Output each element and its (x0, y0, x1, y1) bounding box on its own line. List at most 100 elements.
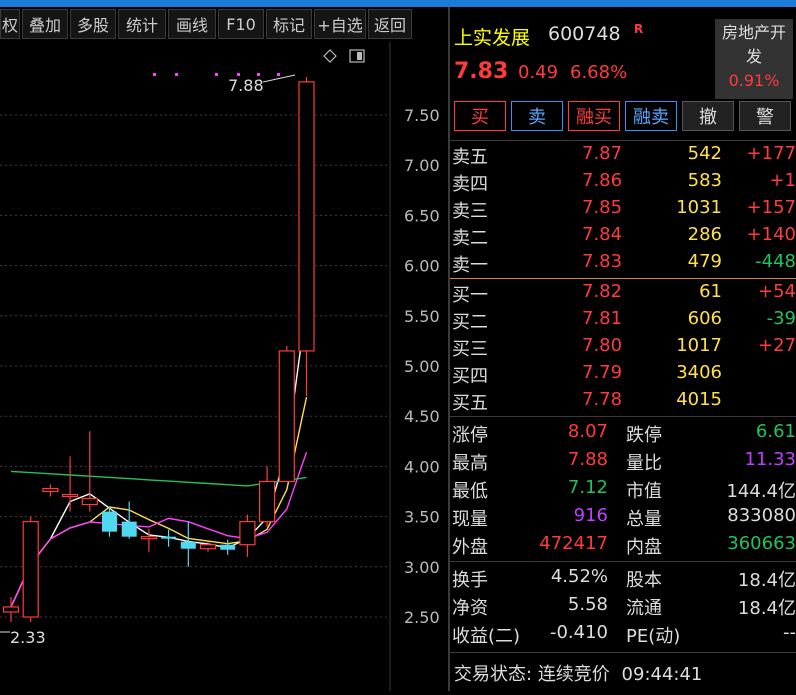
price-tick-label: 6.50 (404, 206, 440, 225)
diamond-icon[interactable] (323, 49, 337, 63)
divider (450, 416, 796, 417)
candle-body (102, 511, 117, 532)
order-price: 7.87 (582, 143, 623, 164)
toolbar-button-overlay[interactable]: 叠加 (22, 9, 68, 39)
stat-row-limits: 涨停 8.07 跌停 6.61 (452, 421, 796, 446)
margin-buy-button[interactable]: 融买 (568, 101, 620, 131)
volume-ratio-value: 11.33 (744, 449, 796, 470)
order-label: 卖一 (452, 255, 488, 276)
order-row-sell5[interactable]: 卖五 7.87 542 +177 (450, 141, 796, 168)
order-volume: 583 (687, 170, 722, 191)
candle (298, 76, 315, 397)
price-tick-label: 5.50 (404, 307, 440, 326)
candle-body (298, 81, 315, 352)
top-accent-bar (0, 0, 796, 7)
ma5-line (10, 304, 308, 608)
order-row-buy1[interactable]: 买一 7.82 61 +54 (450, 279, 796, 306)
price-tick-label: 7.50 (404, 106, 440, 125)
candle (161, 529, 177, 547)
order-delta: +54 (758, 281, 796, 302)
order-label: 卖三 (452, 201, 488, 222)
toolbar-button-add-watchlist[interactable]: +自选 (314, 9, 366, 39)
stat-row-outer-inner: 外盘 472417 内盘 360663 (452, 533, 796, 558)
trading-status-state: 连续竞价 (537, 664, 610, 685)
current-volume-value: 916 (573, 505, 608, 526)
order-volume: 1017 (676, 335, 722, 356)
margin-badge: R (634, 22, 644, 36)
kline-chart[interactable]: 7.50 7.00 6.50 6.00 5.50 5.00 4.50 4.00 3.50 3.00… (0, 42, 448, 691)
order-delta: +157 (746, 197, 796, 218)
price-tick-label: 3.50 (404, 508, 440, 527)
toolbar-button-multi-stock[interactable]: 多股 (70, 9, 116, 39)
order-delta: -448 (755, 251, 796, 272)
price-change: 0.49 (518, 62, 559, 83)
order-delta: +1 (769, 170, 796, 191)
candle-body (2, 606, 20, 613)
limit-down-value: 6.61 (755, 421, 796, 442)
toolbar-button-back[interactable]: 返回 (368, 9, 412, 39)
share-capital-value: 18.4亿 (737, 570, 796, 591)
toolbar-button-draw[interactable]: 画线 (168, 9, 216, 39)
moving-average-lines (10, 304, 308, 608)
stat-row-turnover: 换手 4.52% 股本 18.4亿 (452, 566, 796, 591)
toolbar-button-f10[interactable]: F10 (218, 9, 264, 39)
order-price: 7.86 (582, 170, 623, 191)
last-price: 7.83 (454, 59, 509, 84)
toolbar-button-mark[interactable]: 标记 (266, 9, 312, 39)
sector-badge[interactable]: 房地产开发 0.91% (715, 19, 793, 99)
price-change-pct: 6.68% (570, 62, 628, 83)
order-row-buy3[interactable]: 买三 7.80 1017 +27 (450, 333, 796, 360)
order-price: 7.85 (582, 197, 623, 218)
order-label: 买五 (452, 393, 488, 414)
order-label: 卖二 (452, 228, 488, 249)
candle (278, 345, 295, 483)
candle-body (140, 536, 157, 540)
order-volume: 3406 (676, 362, 722, 383)
order-volume: 542 (687, 143, 722, 164)
order-volume: 61 (699, 281, 722, 302)
candle-body (61, 493, 79, 498)
candle-body (42, 487, 59, 493)
marker-dot (175, 73, 178, 76)
inner-volume-value: 360663 (727, 533, 796, 554)
order-price: 7.79 (582, 362, 623, 383)
order-row-buy5[interactable]: 买五 7.78 4015 (450, 387, 796, 414)
toolbar-button-statistics[interactable]: 统计 (118, 9, 166, 39)
order-delta: +177 (746, 143, 796, 164)
window-toggle-icon[interactable] (349, 49, 365, 63)
order-label: 买二 (452, 312, 488, 333)
candle-body (278, 350, 295, 483)
candle-body (81, 497, 98, 506)
float-shares-value: 18.4亿 (737, 598, 796, 619)
candle (61, 456, 79, 512)
order-row-sell4[interactable]: 卖四 7.86 583 +1 (450, 168, 796, 195)
toolbar-button-rights[interactable]: 权 (0, 9, 20, 39)
market-cap-value: 144.4亿 (726, 481, 796, 502)
order-price: 7.84 (582, 224, 623, 245)
pe-value: -- (783, 622, 796, 643)
order-row-sell3[interactable]: 卖三 7.85 1031 +157 (450, 195, 796, 222)
order-price: 7.83 (582, 251, 623, 272)
sell-button[interactable]: 卖 (511, 101, 563, 131)
turnover-value: 4.52% (550, 566, 608, 587)
marker-dot (153, 73, 156, 76)
order-row-sell2[interactable]: 卖二 7.84 286 +140 (450, 222, 796, 249)
short-sell-button[interactable]: 融卖 (625, 101, 677, 131)
buy-button[interactable]: 买 (454, 101, 506, 131)
order-row-buy4[interactable]: 买四 7.79 3406 (450, 360, 796, 387)
order-price: 7.82 (582, 281, 623, 302)
order-volume: 606 (687, 308, 722, 329)
cancel-order-button[interactable]: 撤 (682, 101, 734, 131)
candle-body (180, 541, 196, 549)
order-row-buy2[interactable]: 买二 7.81 606 -39 (450, 306, 796, 333)
order-label: 买四 (452, 366, 488, 387)
alert-button[interactable]: 警 (739, 101, 791, 131)
trading-status: 交易状态: 连续竞价 09:44:41 (454, 660, 702, 686)
marker-dot (277, 73, 280, 76)
price-tick-label: 4.50 (404, 407, 440, 426)
candle (220, 539, 236, 555)
candle-body (199, 544, 217, 550)
low-price-label: 2.33 (10, 628, 46, 647)
price-axis: 7.50 7.00 6.50 6.00 5.50 5.00 4.50 4.00 3.50 3.00… (404, 106, 440, 627)
order-row-sell1[interactable]: 卖一 7.83 479 -448 (450, 249, 796, 276)
